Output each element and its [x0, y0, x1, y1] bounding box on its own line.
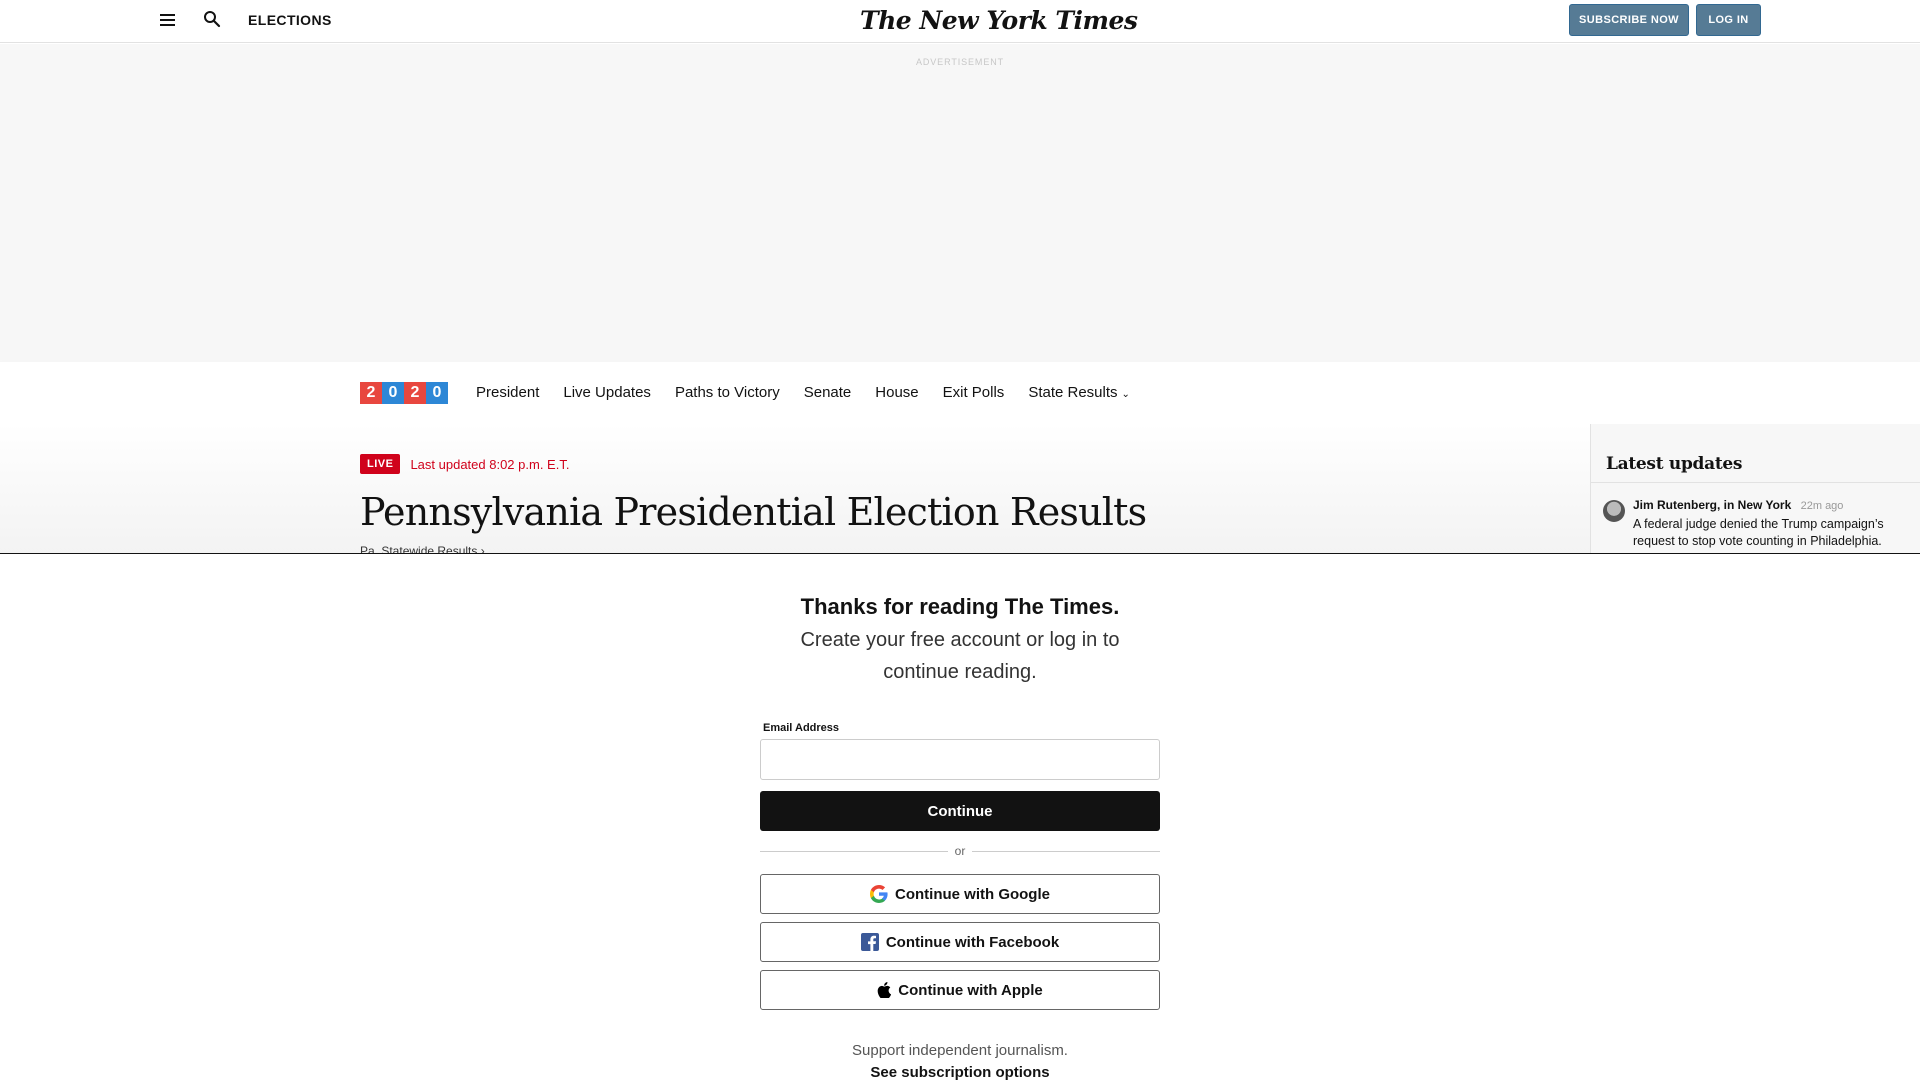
continue-button[interactable]: Continue — [760, 791, 1160, 831]
continue-with-google-button[interactable]: Continue with Google — [760, 874, 1160, 914]
nav-item-label: State Results — [1028, 384, 1118, 401]
advertisement-area: ADVERTISEMENT — [0, 44, 1920, 362]
update-meta: Jim Rutenberg, in New York 22m ago — [1633, 498, 1843, 512]
latest-updates-title: Latest updates — [1606, 454, 1743, 474]
year-digit: 2 — [404, 382, 426, 404]
facebook-button-label: Continue with Facebook — [885, 933, 1060, 951]
email-field-label: Email Address — [763, 722, 840, 734]
section-link-elections[interactable]: ELECTIONS — [248, 12, 332, 28]
live-status-row: LIVE Last updated 8:02 p.m. E.T. — [360, 454, 569, 474]
year-digit: 0 — [382, 382, 404, 404]
nav-item-senate[interactable]: Senate — [804, 384, 852, 401]
nav-item-label: Senate — [803, 384, 852, 401]
nav-item-live-updates[interactable]: Live Updates — [563, 384, 651, 401]
see-subscription-options-link[interactable]: See subscription options — [0, 1064, 1920, 1081]
regwall-title: Thanks for reading The Times. — [800, 594, 1120, 619]
update-time: 22m ago — [1800, 500, 1844, 512]
page-title: Pennsylvania Presidential Election Resul… — [360, 490, 1147, 534]
update-author: Jim Rutenberg, in New York — [1633, 498, 1792, 512]
election-nav-items: President Live Updates Paths to Victory Sen… — [476, 384, 1154, 401]
nav-item-label: Live Updates — [563, 384, 651, 401]
or-divider: or — [760, 844, 1160, 858]
nav-item-label: Exit Polls — [942, 384, 1005, 401]
nav-item-exit-polls[interactable]: Exit Polls — [943, 384, 1005, 401]
election-2020-logo[interactable]: 2020 — [360, 382, 448, 404]
article-header: LIVE Last updated 8:02 p.m. E.T. Pennsyl… — [0, 424, 1590, 558]
election-nav: 2020 President Live Updates Paths to Victo… — [0, 362, 1920, 424]
search-icon[interactable] — [203, 10, 223, 30]
email-field[interactable] — [760, 739, 1160, 780]
registration-wall: Thanks for reading The Times. Create you… — [0, 554, 1920, 1081]
nav-item-label: President — [476, 384, 540, 401]
live-badge: LIVE — [360, 454, 401, 474]
update-text: A federal judge denied the Trump campaig… — [1633, 517, 1884, 548]
nav-item-label: Paths to Victory — [674, 384, 780, 401]
google-icon — [870, 885, 888, 903]
nav-item-paths-to-victory[interactable]: Paths to Victory — [675, 384, 780, 401]
regwall-subtitle: Create your free account or log in to co… — [800, 629, 1120, 683]
facebook-icon — [860, 933, 879, 951]
nav-item-house[interactable]: House — [875, 384, 918, 401]
nav-item-state-results[interactable]: State Results ⌄ — [1028, 384, 1130, 401]
nav-item-president[interactable]: President — [476, 384, 539, 401]
avatar — [1603, 500, 1625, 522]
apple-button-label: Continue with Apple — [898, 981, 1043, 999]
login-button[interactable]: LOG IN — [1696, 4, 1761, 36]
year-digit: 0 — [426, 382, 448, 404]
subscribe-button[interactable]: SUBSCRIBE NOW — [1569, 4, 1689, 36]
chevron-down-icon: ⌄ — [1121, 389, 1130, 400]
google-button-label: Continue with Google — [895, 885, 1050, 903]
divider — [1591, 482, 1920, 483]
year-digit: 2 — [360, 382, 382, 404]
continue-with-apple-button[interactable]: Continue with Apple — [760, 970, 1160, 1010]
nav-item-label: House — [875, 384, 919, 401]
masthead: ELECTIONS The New York Times SUBSCRIBE N… — [0, 0, 1920, 43]
nyt-logo[interactable]: The New York Times — [860, 6, 1138, 35]
apple-icon — [877, 982, 892, 998]
advertisement-label: ADVERTISEMENT — [915, 57, 1005, 67]
support-journalism-text: Support independent journalism. — [852, 1042, 1068, 1059]
latest-updates-sidebar: Latest updates Jim Rutenberg, in New Yor… — [1590, 424, 1920, 554]
last-updated-text: Last updated 8:02 p.m. E.T. — [410, 456, 570, 472]
hamburger-menu-icon[interactable] — [160, 12, 180, 30]
continue-with-facebook-button[interactable]: Continue with Facebook — [760, 922, 1160, 962]
divider-line-right — [972, 851, 1160, 852]
